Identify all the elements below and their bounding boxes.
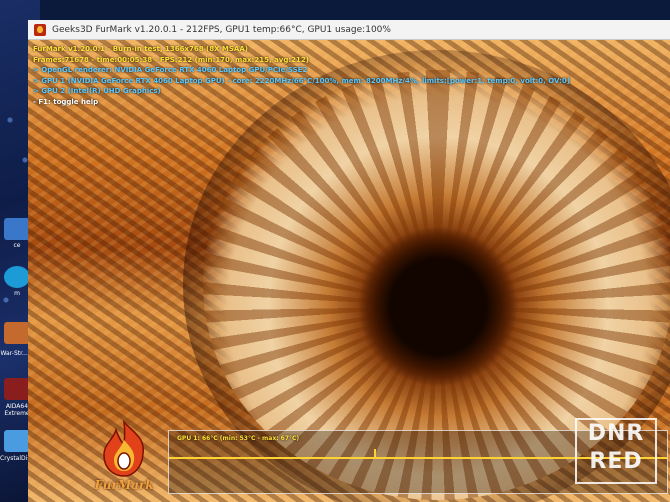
temperature-label: GPU 1: 66°C (min: 53°C - max: 67°C) (177, 435, 300, 442)
osd-help: - F1: toggle help (33, 97, 99, 106)
title-bar[interactable]: Geeks3D FurMark v1.20.0.1 - 212FPS, GPU1… (28, 20, 670, 40)
osd-frames: Frames:71678 - time:00:05:38 - FPS:212 (… (33, 55, 309, 64)
osd-overlay: FurMark v1.20.0.1 - Burn-in test, 1366x7… (33, 44, 570, 107)
desktop-icon-1[interactable] (4, 218, 30, 240)
aida64-icon[interactable] (4, 378, 30, 400)
furmark-window[interactable]: Geeks3D FurMark v1.20.0.1 - 212FPS, GPU1… (28, 20, 670, 502)
osd-renderer: > OpenGL renderer: NVIDIA GeForce RTX 40… (33, 66, 308, 74)
osd-title: FurMark v1.20.0.1 - Burn-in test, 1366x7… (33, 45, 248, 53)
flame-icon (103, 419, 144, 477)
watermark-line2: RED (589, 449, 643, 474)
render-viewport: FurMark v1.20.0.1 - Burn-in test, 1366x7… (28, 40, 670, 502)
furmark-logo-text: FurMark (94, 478, 154, 492)
temperature-spike (374, 449, 376, 459)
osd-gpu1: > GPU 1 (NVIDIA GeForce RTX 4060 Laptop … (33, 76, 571, 85)
furmark-app-icon (34, 23, 46, 36)
window-title: Geeks3D FurMark v1.20.0.1 - 212FPS, GPU1… (52, 24, 391, 35)
desktop-icon-2[interactable] (4, 266, 30, 288)
crystaldisk-icon[interactable] (4, 430, 30, 452)
furmark-logo: FurMark (83, 419, 165, 498)
war-strategy-icon[interactable] (4, 322, 30, 344)
watermark-line1: DNR (587, 421, 645, 446)
osd-gpu2: > GPU 2 (Intel(R) UHD Graphics) (33, 87, 161, 95)
watermark-logo: DNR RED (575, 418, 657, 484)
